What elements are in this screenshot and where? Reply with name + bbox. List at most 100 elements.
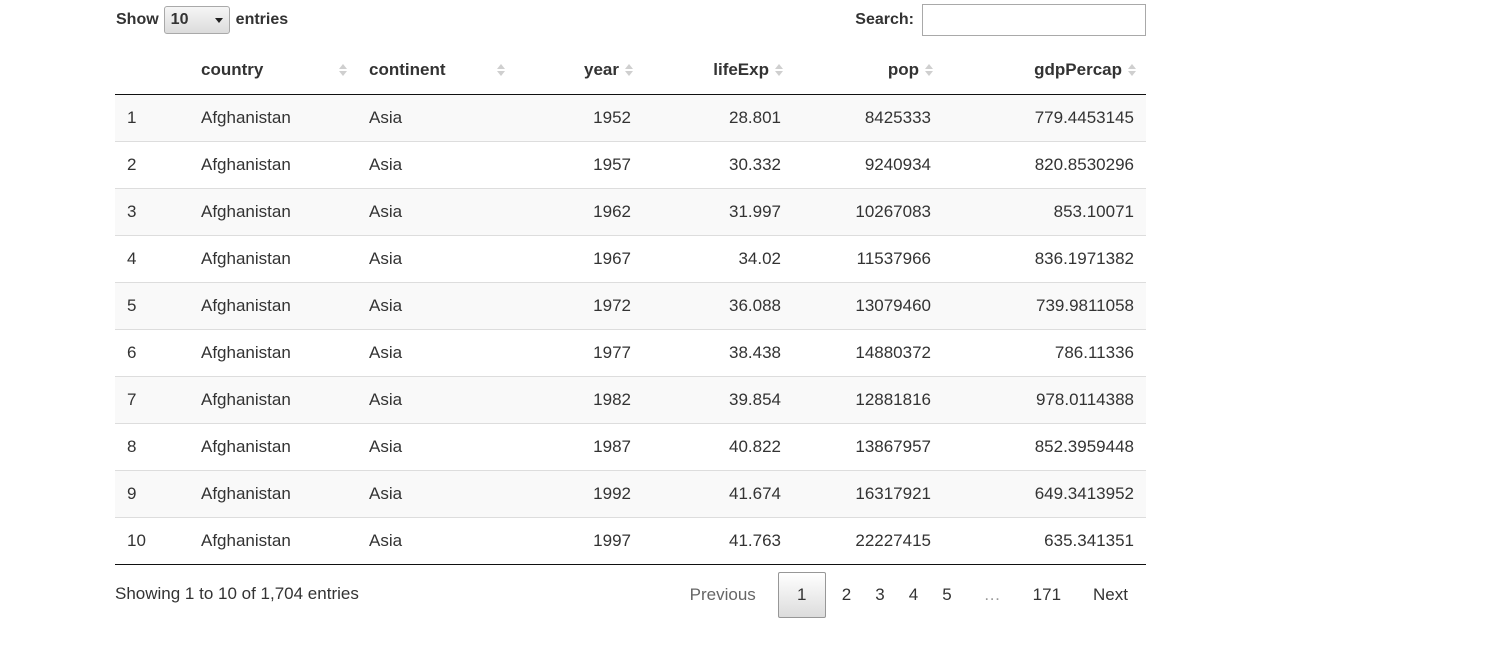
cell-index: 5: [115, 282, 189, 330]
table-row: 8 Afghanistan Asia 1987 40.822 13867957 …: [115, 423, 1146, 471]
page-button-last[interactable]: 171: [1021, 585, 1073, 605]
cell-gdpPercap: 820.8530296: [943, 141, 1146, 189]
cell-index: 8: [115, 423, 189, 471]
search-input[interactable]: [922, 4, 1146, 36]
cell-index: 9: [115, 470, 189, 518]
table-row: 4 Afghanistan Asia 1967 34.02 11537966 8…: [115, 235, 1146, 283]
cell-country: Afghanistan: [189, 94, 357, 142]
cell-lifeExp: 38.438: [643, 329, 793, 377]
column-label-country: country: [201, 60, 264, 79]
page-button-4[interactable]: 4: [897, 585, 930, 605]
cell-continent: Asia: [357, 282, 525, 330]
table-row: 9 Afghanistan Asia 1992 41.674 16317921 …: [115, 470, 1146, 518]
cell-lifeExp: 36.088: [643, 282, 793, 330]
page-button-2[interactable]: 2: [830, 585, 863, 605]
sort-icon: [497, 64, 505, 76]
cell-lifeExp: 34.02: [643, 235, 793, 283]
column-header-pop[interactable]: pop: [793, 46, 943, 95]
page-length-value: 10: [170, 11, 189, 28]
length-control: Show 10 entries: [116, 5, 288, 35]
column-header-continent[interactable]: continent: [357, 46, 525, 95]
column-header-index: [115, 46, 189, 95]
cell-gdpPercap: 786.11336: [943, 329, 1146, 377]
sort-icon: [925, 64, 933, 76]
table-row: 2 Afghanistan Asia 1957 30.332 9240934 8…: [115, 141, 1146, 189]
page-button-5[interactable]: 5: [930, 585, 963, 605]
table-body: 1 Afghanistan Asia 1952 28.801 8425333 7…: [115, 94, 1146, 565]
table-row: 10 Afghanistan Asia 1997 41.763 22227415…: [115, 517, 1146, 565]
sort-icon: [625, 64, 633, 76]
datatable-wrapper: Show 10 entries Search: country continen…: [115, 0, 1146, 645]
next-button[interactable]: Next: [1073, 585, 1146, 605]
cell-pop: 12881816: [793, 376, 943, 424]
cell-pop: 13079460: [793, 282, 943, 330]
column-header-year[interactable]: year: [525, 46, 643, 95]
cell-pop: 8425333: [793, 94, 943, 142]
cell-year: 1962: [525, 188, 643, 236]
search-control: Search:: [855, 4, 1146, 36]
column-label-lifeExp: lifeExp: [713, 60, 769, 79]
sort-icon: [339, 64, 347, 76]
cell-year: 1982: [525, 376, 643, 424]
cell-continent: Asia: [357, 376, 525, 424]
table-info: Showing 1 to 10 of 1,704 entries: [115, 584, 359, 603]
entries-label: entries: [235, 11, 289, 28]
page-button-3[interactable]: 3: [863, 585, 896, 605]
sort-icon: [775, 64, 783, 76]
cell-country: Afghanistan: [189, 329, 357, 377]
cell-country: Afghanistan: [189, 188, 357, 236]
cell-country: Afghanistan: [189, 470, 357, 518]
cell-gdpPercap: 852.3959448: [943, 423, 1146, 471]
cell-year: 1977: [525, 329, 643, 377]
column-label-gdpPercap: gdpPercap: [1034, 60, 1122, 79]
column-label-year: year: [584, 60, 619, 79]
cell-continent: Asia: [357, 329, 525, 377]
cell-continent: Asia: [357, 141, 525, 189]
cell-year: 1967: [525, 235, 643, 283]
cell-gdpPercap: 978.0114388: [943, 376, 1146, 424]
chevron-down-icon: [214, 17, 223, 23]
pagination-ellipsis: …: [983, 585, 1001, 604]
cell-continent: Asia: [357, 423, 525, 471]
cell-year: 1952: [525, 94, 643, 142]
cell-gdpPercap: 739.9811058: [943, 282, 1146, 330]
column-header-lifeExp[interactable]: lifeExp: [643, 46, 793, 95]
cell-gdpPercap: 836.1971382: [943, 235, 1146, 283]
table-row: 3 Afghanistan Asia 1962 31.997 10267083 …: [115, 188, 1146, 236]
cell-index: 2: [115, 141, 189, 189]
page-length-select[interactable]: 10: [163, 6, 230, 34]
cell-country: Afghanistan: [189, 141, 357, 189]
cell-year: 1957: [525, 141, 643, 189]
cell-lifeExp: 40.822: [643, 423, 793, 471]
cell-country: Afghanistan: [189, 423, 357, 471]
cell-lifeExp: 31.997: [643, 188, 793, 236]
pagination: Previous 1 2 3 4 5 … 171 Next: [678, 572, 1146, 618]
cell-gdpPercap: 779.4453145: [943, 94, 1146, 142]
table-row: 1 Afghanistan Asia 1952 28.801 8425333 7…: [115, 94, 1146, 142]
cell-index: 6: [115, 329, 189, 377]
cell-pop: 16317921: [793, 470, 943, 518]
previous-button[interactable]: Previous: [678, 585, 768, 605]
table-row: 6 Afghanistan Asia 1977 38.438 14880372 …: [115, 329, 1146, 377]
header-row: country continent year lifeExp pop gdpPe…: [115, 46, 1146, 95]
page-button-1[interactable]: 1: [777, 572, 826, 618]
cell-lifeExp: 39.854: [643, 376, 793, 424]
cell-gdpPercap: 635.341351: [943, 517, 1146, 565]
cell-country: Afghanistan: [189, 376, 357, 424]
cell-pop: 11537966: [793, 235, 943, 283]
cell-continent: Asia: [357, 470, 525, 518]
cell-pop: 14880372: [793, 329, 943, 377]
cell-continent: Asia: [357, 188, 525, 236]
cell-pop: 13867957: [793, 423, 943, 471]
cell-pop: 22227415: [793, 517, 943, 565]
sort-icon: [1128, 64, 1136, 76]
cell-year: 1972: [525, 282, 643, 330]
column-header-country[interactable]: country: [189, 46, 357, 95]
data-table: country continent year lifeExp pop gdpPe…: [115, 46, 1146, 565]
cell-lifeExp: 41.763: [643, 517, 793, 565]
cell-pop: 10267083: [793, 188, 943, 236]
cell-index: 1: [115, 94, 189, 142]
column-header-gdpPercap[interactable]: gdpPercap: [943, 46, 1146, 95]
cell-lifeExp: 41.674: [643, 470, 793, 518]
cell-index: 3: [115, 188, 189, 236]
